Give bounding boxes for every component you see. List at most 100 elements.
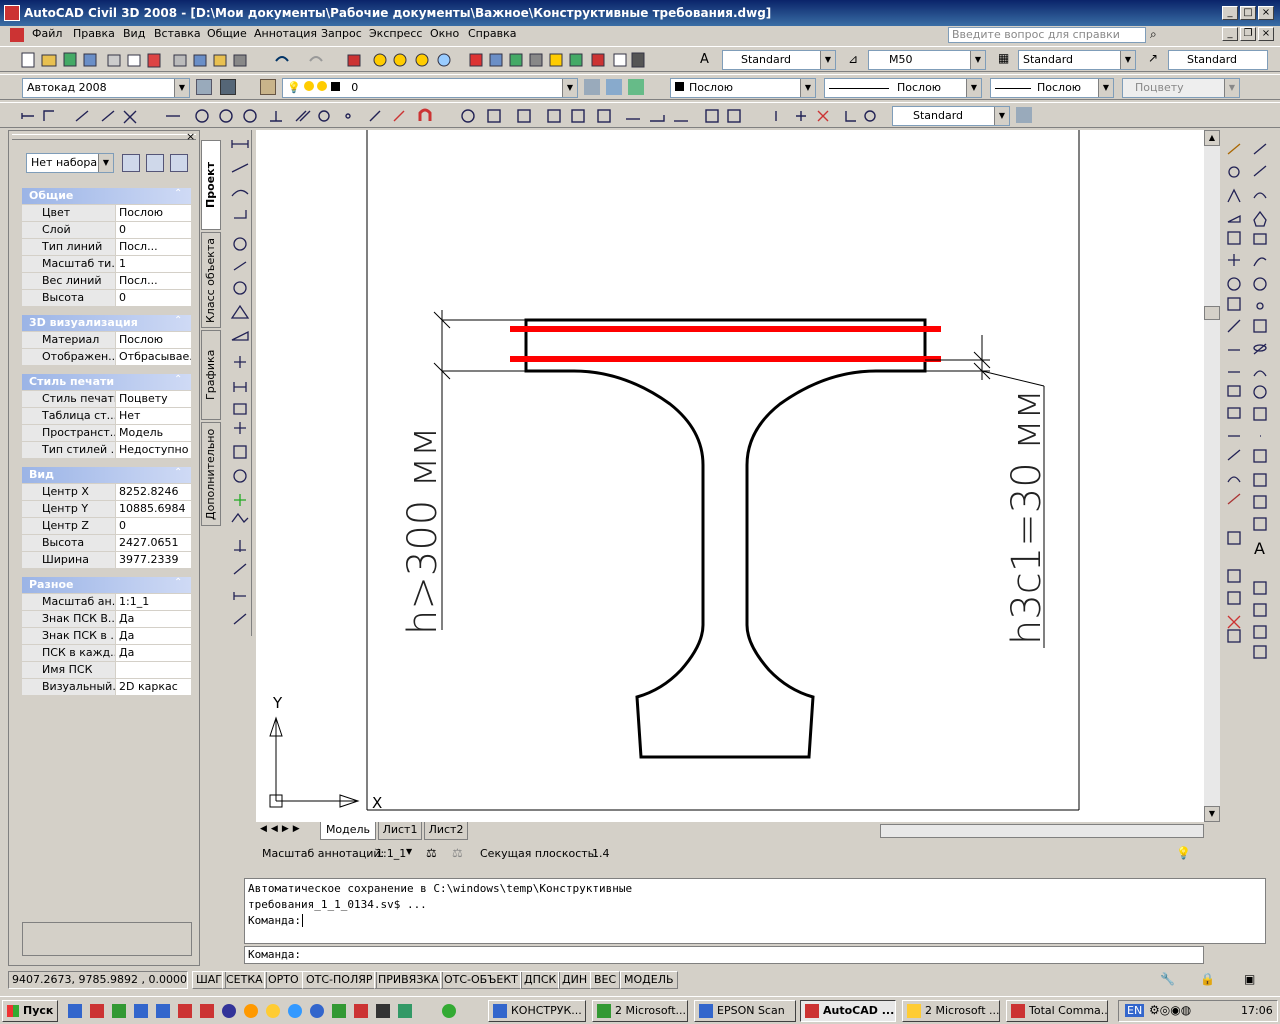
- dimension-tool-icons[interactable]: [228, 130, 252, 636]
- quick-launch[interactable]: [66, 1003, 476, 1019]
- doc-restore-button[interactable]: ❐: [1240, 27, 1256, 41]
- menu-express[interactable]: Экспресс: [369, 27, 422, 40]
- language-indicator[interactable]: EN: [1125, 1004, 1145, 1017]
- clean-screen-icon[interactable]: ▣: [1244, 972, 1255, 986]
- property-row[interactable]: Центр X 8252.8246: [22, 484, 191, 501]
- standard-icons[interactable]: [18, 51, 658, 69]
- property-value[interactable]: Отбрасывае...: [116, 349, 191, 365]
- dimstyle-manager-icon[interactable]: [1016, 107, 1032, 123]
- tab-project[interactable]: Проект: [201, 140, 221, 230]
- property-value[interactable]: Да: [116, 628, 191, 644]
- osnap-button[interactable]: ПРИВЯЗКА: [374, 971, 443, 989]
- document-icon[interactable]: [10, 28, 24, 42]
- scroll-thumb[interactable]: [1204, 306, 1220, 320]
- tab-nav-arrows[interactable]: ◀◀▶▶: [260, 824, 304, 834]
- property-value[interactable]: 0: [116, 222, 191, 238]
- dim-style-select[interactable]: M50 ▼: [868, 50, 986, 70]
- menu-general[interactable]: Общие: [207, 27, 247, 40]
- property-value[interactable]: Нет: [116, 408, 191, 424]
- taskbar-item-microsoft-excel[interactable]: 2 Microsoft...▼: [592, 1000, 688, 1022]
- lock-icon[interactable]: [220, 79, 236, 95]
- start-button[interactable]: Пуск: [2, 1000, 58, 1022]
- property-value[interactable]: Послою: [116, 332, 191, 348]
- annotation-autoscale-icon[interactable]: ⚖: [452, 846, 463, 860]
- property-value[interactable]: Недоступно: [116, 442, 191, 458]
- scroll-down-button[interactable]: ▼: [1204, 806, 1220, 822]
- property-row[interactable]: Таблица ст... Нет: [22, 408, 191, 425]
- menu-insert[interactable]: Вставка: [154, 27, 201, 40]
- property-row[interactable]: Отображен...Отбрасывае...: [22, 349, 191, 366]
- menu-window[interactable]: Окно: [430, 27, 459, 40]
- vertical-scrollbar[interactable]: ▲ ▼: [1204, 130, 1220, 822]
- property-value[interactable]: Да: [116, 611, 191, 627]
- linetype-select[interactable]: Послою ▼: [824, 78, 982, 98]
- tray-icons[interactable]: ⚙◎◉◍: [1149, 1003, 1191, 1017]
- property-row[interactable]: Визуальный... 2D каркас: [22, 679, 191, 696]
- collapse-icon[interactable]: ⌃: [174, 188, 182, 199]
- menu-annotation[interactable]: Аннотация: [254, 27, 317, 40]
- property-row[interactable]: Знак ПСК в ... Да: [22, 628, 191, 645]
- text-style-icon[interactable]: A: [700, 52, 709, 67]
- property-row[interactable]: Масштаб ан... 1:1_1: [22, 594, 191, 611]
- property-value[interactable]: 2427.0651: [116, 535, 191, 551]
- property-row[interactable]: Материал Послою: [22, 332, 191, 349]
- menu-query[interactable]: Запрос: [321, 27, 362, 40]
- property-value[interactable]: Послою: [116, 205, 191, 221]
- text-tool-icon[interactable]: A: [1254, 539, 1265, 558]
- lock-icon[interactable]: 🔒: [1200, 972, 1215, 986]
- annotation-visibility-icon[interactable]: ⚖: [426, 846, 437, 860]
- search-icon[interactable]: ⌕: [1150, 27, 1157, 42]
- menu-file[interactable]: Файл: [32, 27, 62, 40]
- annotation-scale-value[interactable]: 1:1_1: [376, 847, 406, 860]
- property-row[interactable]: Знак ПСК В... Да: [22, 611, 191, 628]
- command-history[interactable]: Автоматическое сохранение в C:\windows\t…: [244, 878, 1266, 944]
- property-row[interactable]: Имя ПСК: [22, 662, 191, 679]
- menu-help[interactable]: Справка: [468, 27, 516, 40]
- property-section-header[interactable]: Вид: [22, 467, 191, 483]
- tab-additional[interactable]: Дополнительно: [201, 422, 221, 526]
- drawing-canvas[interactable]: h>300 мм h3c1=30 мм Y X: [256, 130, 1204, 822]
- menu-view[interactable]: Вид: [123, 27, 145, 40]
- property-value[interactable]: [116, 662, 191, 678]
- scroll-up-button[interactable]: ▲: [1204, 130, 1220, 146]
- property-row[interactable]: Тип линий Посл...: [22, 239, 191, 256]
- doc-close-button[interactable]: ×: [1258, 27, 1274, 41]
- dyn-button[interactable]: ДИН: [558, 971, 592, 989]
- property-row[interactable]: Центр Y 10885.6984: [22, 501, 191, 518]
- property-value[interactable]: 8252.8246: [116, 484, 191, 500]
- palette-grip[interactable]: [12, 134, 196, 140]
- property-value[interactable]: 0: [116, 290, 191, 306]
- property-row[interactable]: Цвет Послою: [22, 205, 191, 222]
- layer-states-icon[interactable]: [628, 79, 644, 95]
- lightbulb-icon[interactable]: 💡: [1176, 846, 1191, 860]
- property-row[interactable]: Масштаб ти... 1: [22, 256, 191, 273]
- property-section-header[interactable]: 3D визуализация: [22, 315, 191, 331]
- wrench-icon[interactable]: 🔧: [1160, 972, 1175, 986]
- model-button[interactable]: МОДЕЛЬ: [620, 971, 678, 989]
- property-value[interactable]: 10885.6984: [116, 501, 191, 517]
- coordinates-display[interactable]: 9407.2673, 9785.9892 , 0.0000: [8, 971, 188, 989]
- multileader-style-icon[interactable]: ↗: [1148, 51, 1158, 65]
- modify-tool-icons[interactable]: A: [1224, 130, 1272, 660]
- property-section-header[interactable]: Разное: [22, 577, 191, 593]
- taskbar-item-epson-scan[interactable]: EPSON Scan: [694, 1000, 796, 1022]
- property-row[interactable]: Стиль печати Поцвету: [22, 391, 191, 408]
- taskbar-item-microsoft-word[interactable]: 2 Microsoft ...▼: [902, 1000, 1000, 1022]
- draw-snap-dimension-icons[interactable]: [18, 107, 898, 125]
- doc-minimize-button[interactable]: _: [1222, 27, 1238, 41]
- property-section-header[interactable]: Общие: [22, 188, 191, 204]
- property-row[interactable]: Пространст... Модель: [22, 425, 191, 442]
- otrack-button[interactable]: ОТС-ОБЪЕКТ: [440, 971, 522, 989]
- collapse-icon[interactable]: ⌃: [174, 315, 182, 326]
- taskbar-item-konstruk[interactable]: КОНСТРУК...: [488, 1000, 586, 1022]
- ortho-button[interactable]: ОРТО: [264, 971, 303, 989]
- tab-layout2[interactable]: Лист2: [424, 822, 468, 840]
- property-value[interactable]: Посл...: [116, 273, 191, 289]
- tab-object-class[interactable]: Класс объекта: [201, 232, 221, 328]
- maximize-button[interactable]: □: [1240, 6, 1256, 20]
- close-button[interactable]: ×: [1258, 6, 1274, 20]
- property-value[interactable]: Модель: [116, 425, 191, 441]
- drawing-viewport[interactable]: h>300 мм h3c1=30 мм Y X: [256, 130, 1204, 822]
- tab-layout1[interactable]: Лист1: [378, 822, 422, 840]
- property-row[interactable]: Тип стилей ... Недоступно: [22, 442, 191, 459]
